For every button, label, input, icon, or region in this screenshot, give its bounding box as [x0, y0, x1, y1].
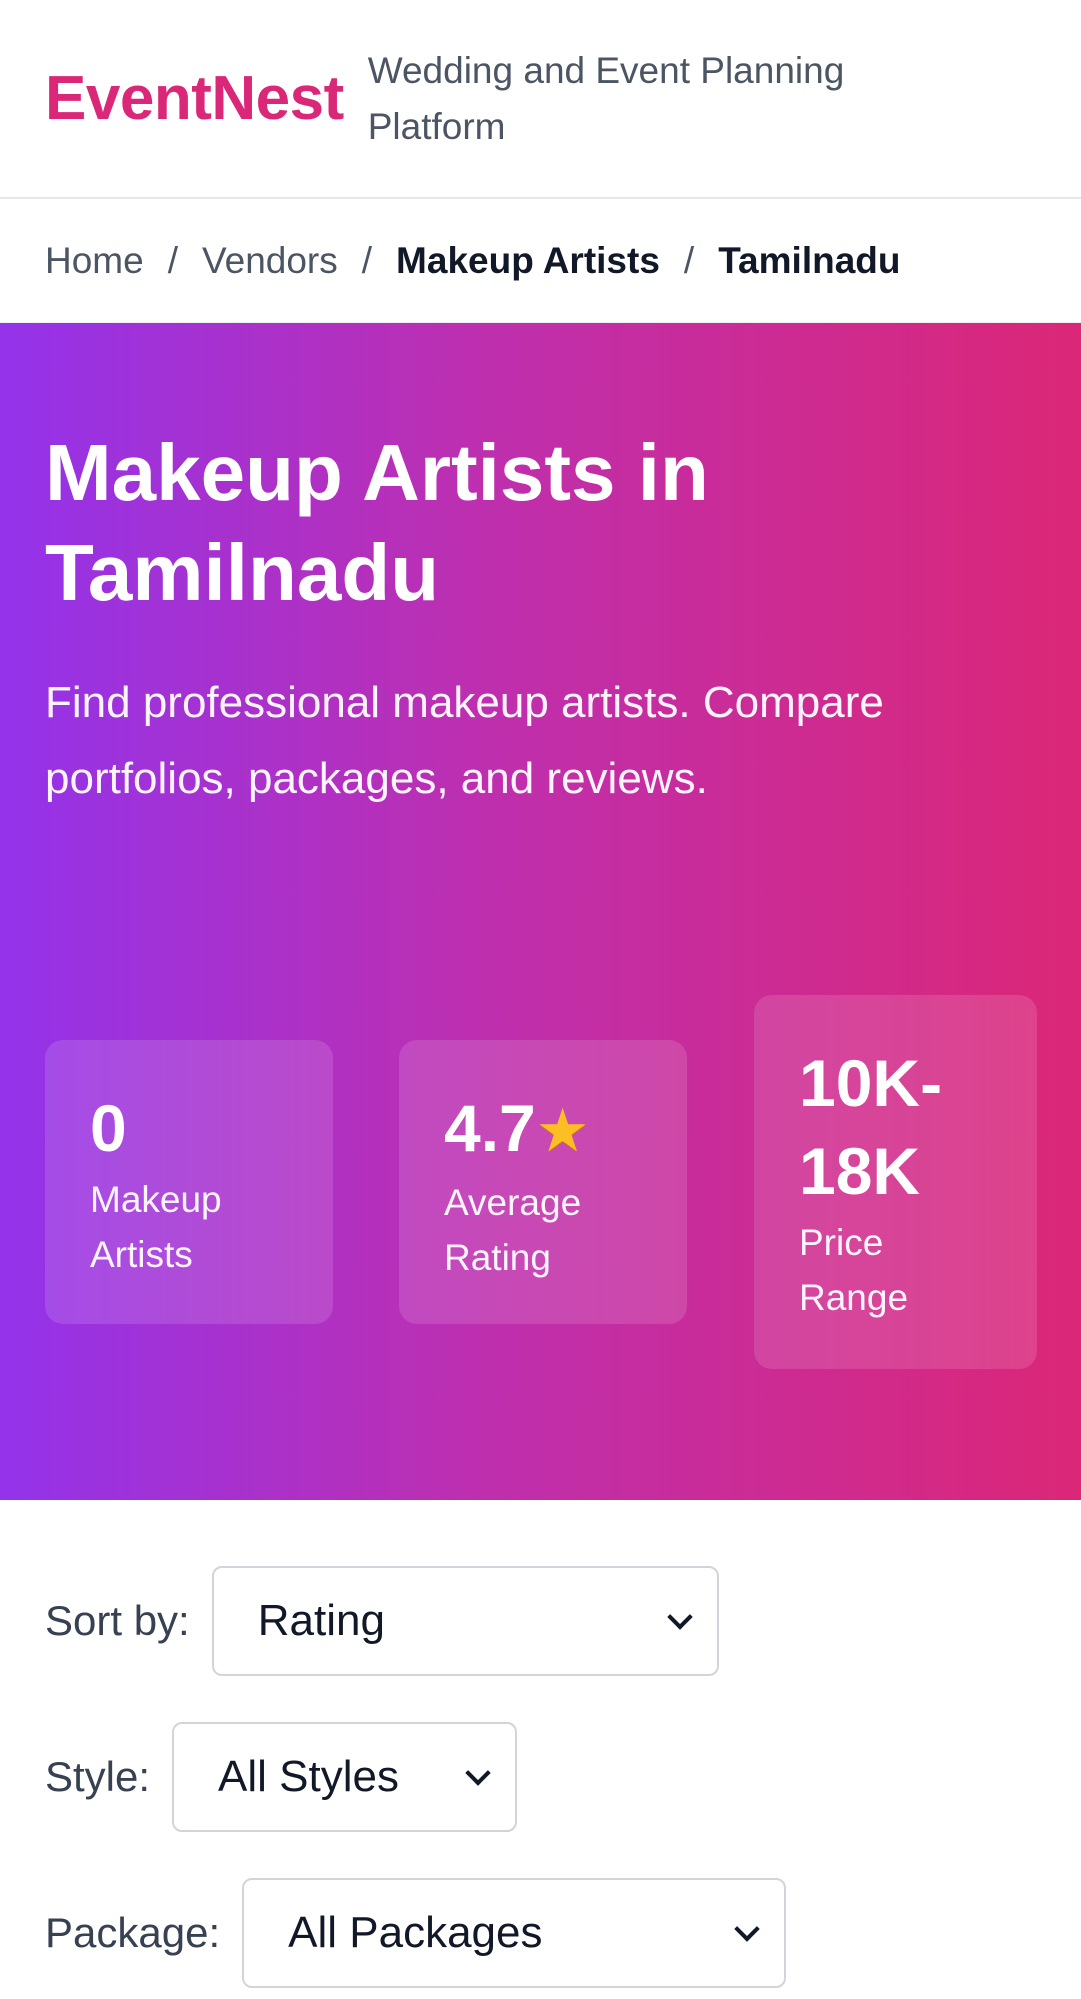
breadcrumb: Home / Vendors / Makeup Artists / Tamiln…	[0, 199, 1081, 323]
stat-value-wrap: 4.7★	[444, 1084, 642, 1175]
breadcrumb-makeup-artists[interactable]: Makeup Artists	[396, 240, 660, 282]
package-label: Package:	[45, 1909, 221, 1956]
breadcrumb-separator: /	[683, 239, 695, 281]
breadcrumb-current: Tamilnadu	[718, 239, 901, 281]
stat-card-price: 10K-18K Price Range	[754, 995, 1037, 1369]
breadcrumb-home[interactable]: Home	[45, 240, 144, 282]
chevron-down-icon	[667, 1604, 693, 1630]
breadcrumb-vendors[interactable]: Vendors	[202, 240, 338, 282]
stat-value: 0	[90, 1091, 127, 1165]
stat-card-rating: 4.7★ Average Rating	[399, 1040, 687, 1324]
style-label: Style:	[45, 1753, 151, 1800]
star-icon: ★	[535, 1097, 590, 1164]
sort-selected-value: Rating	[257, 1596, 385, 1645]
stat-value: 4.7	[444, 1091, 536, 1165]
package-filter: Package: All Packages	[45, 1878, 1036, 1988]
site-header: EventNest Wedding and Event Planning Pla…	[0, 0, 1081, 199]
package-select[interactable]: All Packages	[242, 1878, 787, 1988]
sort-label: Sort by:	[45, 1597, 190, 1644]
stats-row: 0 Makeup Artists 4.7★ Average Rating 10K…	[45, 995, 1037, 1375]
sort-filter: Sort by: Rating	[45, 1566, 1036, 1676]
stat-card-count: 0 Makeup Artists	[45, 1040, 333, 1324]
hero-description: Find professional makeup artists. Compar…	[45, 678, 884, 803]
stat-label: Makeup Artists	[90, 1179, 222, 1275]
stat-value: 10K-18K	[799, 1046, 943, 1208]
chevron-down-icon	[465, 1760, 491, 1786]
tagline: Wedding and Event Planning Platform	[367, 49, 845, 147]
logo[interactable]: EventNest	[45, 63, 344, 134]
page-title: Makeup Artists in Tamilnadu	[45, 428, 709, 617]
hero-banner: Makeup Artists in Tamilnadu Find profess…	[0, 323, 1081, 1500]
sort-select[interactable]: Rating	[211, 1566, 719, 1676]
filters: Sort by: Rating Style: All Styles Packag…	[0, 1500, 1081, 1988]
chevron-down-icon	[734, 1916, 760, 1942]
stat-label: Average Rating	[444, 1182, 582, 1278]
style-select[interactable]: All Styles	[172, 1722, 518, 1832]
package-selected-value: All Packages	[288, 1908, 543, 1957]
breadcrumb-separator: /	[361, 239, 373, 281]
stat-label: Price Range	[799, 1222, 909, 1318]
style-selected-value: All Styles	[218, 1752, 399, 1801]
style-filter: Style: All Styles	[45, 1722, 1036, 1832]
breadcrumb-separator: /	[167, 239, 178, 281]
